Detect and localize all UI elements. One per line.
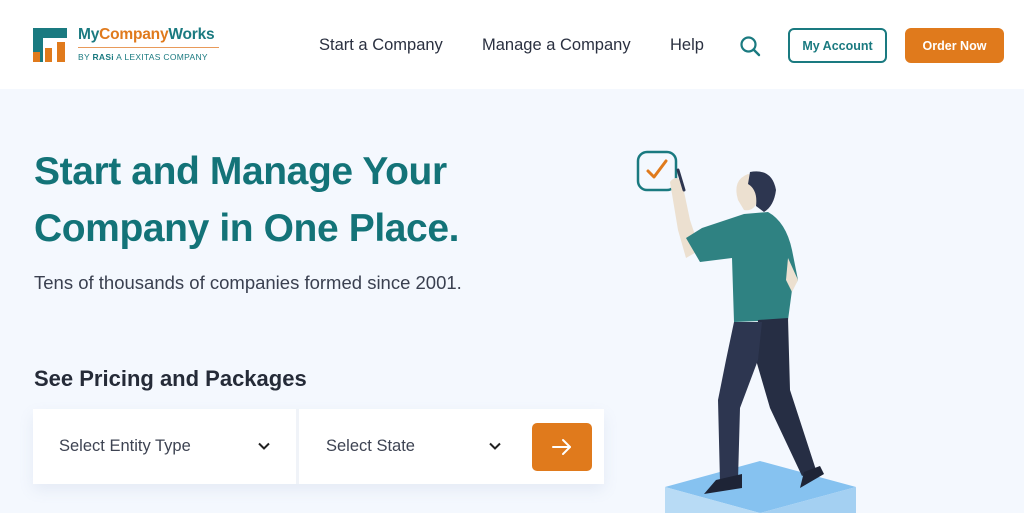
brand-name: MyCompanyWorks (78, 26, 215, 44)
front-leg (718, 322, 762, 482)
tagline-prefix: BY (78, 52, 93, 62)
hero-headline: Start and Manage Your Company in One Pla… (34, 143, 459, 257)
search-icon[interactable] (738, 34, 762, 58)
chevron-down-icon (489, 442, 501, 450)
logo-mark-icon (33, 28, 67, 62)
site-header: MyCompanyWorks BY RASi A LEXITAS COMPANY… (0, 0, 1024, 89)
nav-help[interactable]: Help (670, 36, 704, 55)
brand-tagline: BY RASi A LEXITAS COMPANY (78, 52, 208, 62)
hero-headline-line1: Start and Manage Your (34, 150, 447, 193)
see-pricing-submit-button[interactable] (532, 423, 592, 471)
state-value: Select State (326, 437, 415, 455)
hero-subline: Tens of thousands of companies formed si… (34, 272, 462, 293)
state-select[interactable]: Select State (302, 409, 532, 484)
entity-type-value: Select Entity Type (59, 437, 191, 455)
pricing-selector: Select Entity Type Select State (33, 409, 604, 484)
order-now-button[interactable]: Order Now (905, 28, 1004, 63)
brand-name-my: My (78, 26, 100, 43)
my-account-button[interactable]: My Account (788, 28, 887, 63)
logo-divider (78, 47, 219, 48)
hero-headline-line2: Company in One Place. (34, 207, 460, 250)
tagline-rasi: RASi (92, 52, 114, 62)
head (736, 171, 776, 212)
hero-illustration (636, 150, 856, 513)
pedestal (665, 461, 856, 513)
shirt (686, 212, 798, 322)
pricing-title: See Pricing and Packages (34, 366, 307, 391)
nav-start-company[interactable]: Start a Company (319, 36, 443, 55)
brand-logo[interactable]: MyCompanyWorks BY RASi A LEXITAS COMPANY (33, 26, 223, 66)
nav-manage-company[interactable]: Manage a Company (482, 36, 631, 55)
chevron-down-icon (258, 442, 270, 450)
brand-name-works: Works (168, 26, 215, 43)
checkbox-icon (636, 150, 678, 192)
entity-type-select[interactable]: Select Entity Type (33, 409, 299, 484)
brand-name-company: Company (99, 26, 169, 43)
back-leg (756, 318, 816, 476)
tagline-rest: A LEXITAS COMPANY (113, 52, 208, 62)
arrow-right-icon (552, 439, 571, 455)
